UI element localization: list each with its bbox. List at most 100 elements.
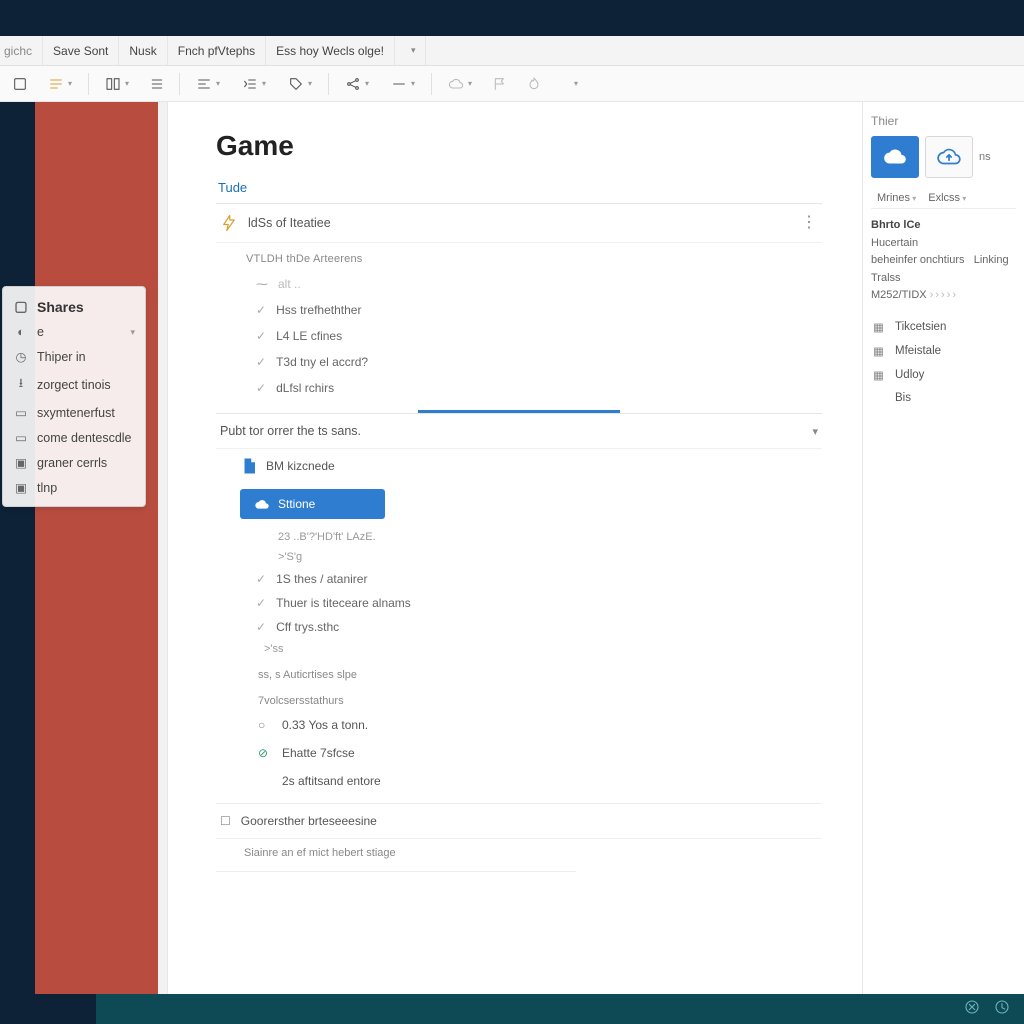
more-icon[interactable]: ⋮ bbox=[801, 218, 818, 228]
check-icon: ✓ bbox=[256, 303, 266, 317]
menu-item-2[interactable]: Nusk bbox=[119, 36, 167, 65]
check-item[interactable]: ✓1S thes / atanirer bbox=[256, 567, 822, 591]
tab-strip bbox=[216, 407, 822, 414]
option-item[interactable]: ⊘Ehatte 7sfcse bbox=[216, 739, 822, 767]
primary-button-label: Sttione bbox=[278, 497, 315, 511]
toolbar-btn-cloud[interactable] bbox=[438, 70, 482, 98]
card-cloud-selected[interactable] bbox=[871, 136, 919, 178]
radio-icon: ○ bbox=[258, 718, 274, 732]
muted-text: >'ss bbox=[216, 639, 822, 659]
toolbar-separator bbox=[328, 73, 329, 95]
toolbar-btn-1[interactable] bbox=[4, 70, 36, 98]
popup-item[interactable]: ▣tlnp bbox=[3, 475, 145, 500]
toolbar-btn-flag[interactable] bbox=[484, 70, 516, 98]
page-title: Game bbox=[216, 130, 822, 162]
muted-text: >'S'g bbox=[216, 547, 822, 567]
toolbar-separator bbox=[179, 73, 180, 95]
option-item[interactable]: ○0.33 Yos a tonn. bbox=[216, 711, 822, 739]
check-item[interactable]: ✓T3d tny el accrd? bbox=[256, 349, 822, 375]
panel-list-item[interactable]: Bis bbox=[871, 387, 1016, 409]
menu-item-more[interactable] bbox=[395, 36, 427, 65]
toolbar-btn-list[interactable] bbox=[141, 70, 173, 98]
option-item[interactable]: 2s aftitsand entore bbox=[216, 767, 822, 795]
chevron-down-icon: ▾ bbox=[812, 425, 818, 438]
check-item[interactable]: ✓Thuer is titeceare alnams bbox=[256, 591, 822, 615]
panel-tab-2[interactable]: Exlcss bbox=[922, 188, 972, 208]
menu-item-save[interactable]: Save Sont bbox=[43, 36, 119, 65]
toolbar-btn-2[interactable] bbox=[38, 70, 82, 98]
panel-list-item[interactable]: ▦Mfeistale bbox=[871, 339, 1016, 363]
checkbox-icon: ☐ bbox=[220, 814, 231, 828]
folder-icon: ▣ bbox=[13, 455, 29, 470]
taskbar-icon-1[interactable] bbox=[964, 999, 980, 1020]
hint-text: Siainre an ef mict hebert stiage bbox=[216, 839, 576, 872]
tab-3[interactable] bbox=[620, 407, 822, 413]
primary-button[interactable]: Sttione bbox=[240, 489, 385, 519]
panel-list-item[interactable]: ▦Udloy bbox=[871, 363, 1016, 387]
menu-bar: gichc Save Sont Nusk Fnch pfVtephs Ess h… bbox=[0, 36, 1024, 66]
footer-option[interactable]: ☐ Goorersther brteseeesine bbox=[216, 804, 822, 839]
check-icon: ✓ bbox=[256, 572, 266, 586]
check-icon: ✓ bbox=[256, 596, 266, 610]
toolbar-btn-more1[interactable] bbox=[381, 70, 425, 98]
toolbar-btn-tag[interactable] bbox=[278, 70, 322, 98]
file-label: BM kizcnede bbox=[266, 459, 335, 473]
check-item[interactable]: ✓Hss trefhethther bbox=[256, 297, 822, 323]
panel-title: Thier bbox=[871, 114, 1016, 128]
meta-line: Hucertain bbox=[871, 235, 1016, 253]
grid-icon: ▦ bbox=[873, 320, 889, 334]
row-item-1[interactable]: ldSs of Iteatiee ⋮ bbox=[216, 204, 822, 243]
popup-item[interactable]: ▭come dentescdle bbox=[3, 425, 145, 450]
menu-item-4[interactable]: Ess hoy Wecls olge! bbox=[266, 36, 395, 65]
toolbar-btn-align[interactable] bbox=[186, 70, 230, 98]
popup-item[interactable]: ▭sxymtenerfust bbox=[3, 400, 145, 425]
card-upload[interactable] bbox=[925, 136, 973, 178]
grid-icon: ▦ bbox=[873, 344, 889, 358]
menu-item-3[interactable]: Fnch pfVtephs bbox=[168, 36, 266, 65]
popup-item[interactable]: ◐e▾ bbox=[3, 320, 145, 344]
section-header-1[interactable]: Tude bbox=[216, 172, 822, 204]
check-item[interactable]: ✓dLfsl rchirs bbox=[256, 375, 822, 401]
check-icon: ✓ bbox=[256, 620, 266, 634]
rail-dark bbox=[0, 102, 35, 994]
tab-2-active[interactable] bbox=[418, 407, 620, 413]
card-label: ns bbox=[979, 151, 991, 163]
taskbar-icon-2[interactable] bbox=[994, 999, 1010, 1020]
popup-header: ▢ Shares bbox=[3, 293, 145, 320]
check-icon: ✓ bbox=[256, 381, 266, 395]
row-expand[interactable]: Pubt tor orrer the ts sans. ▾ bbox=[216, 414, 822, 449]
popup-item[interactable]: ◷Thiper in bbox=[3, 344, 145, 369]
muted-text: 23 ..B'?'HD'ft' LAzE. bbox=[216, 527, 822, 547]
popup-item[interactable]: ▣graner cerrls bbox=[3, 450, 145, 475]
chevron-down-icon: ▾ bbox=[130, 327, 135, 338]
toolbar-btn-share[interactable] bbox=[335, 70, 379, 98]
toolbar-btn-layout[interactable] bbox=[95, 70, 139, 98]
popup-item[interactable]: ⭳zorgect tinois bbox=[3, 369, 145, 400]
panel-tab-1[interactable]: Mrines bbox=[871, 188, 922, 208]
toolbar-btn-fire[interactable] bbox=[518, 70, 550, 98]
toolbar bbox=[0, 66, 1024, 102]
muted-line: ⁓alt .. bbox=[256, 271, 822, 297]
toolbar-btn-last[interactable] bbox=[552, 70, 596, 98]
page-icon: ▭ bbox=[13, 405, 29, 420]
group-header: ss, s Auticrtises slpe bbox=[216, 659, 822, 685]
panel-meta: Bhrto lCe Hucertain beheinfer onchtiurs … bbox=[871, 217, 1016, 305]
sub-header-1: VTLDH thDe Arteerens bbox=[216, 243, 822, 271]
dash-icon: ⁓ bbox=[256, 277, 268, 291]
toolbar-separator bbox=[431, 73, 432, 95]
group-header: 7volcsersstathurs bbox=[216, 685, 822, 711]
file-row[interactable]: BM kizcnede bbox=[216, 449, 822, 483]
folder-icon: ▣ bbox=[13, 480, 29, 495]
menu-item-app[interactable]: gichc bbox=[0, 36, 43, 65]
rail-accent bbox=[35, 102, 158, 994]
tab-1[interactable] bbox=[216, 407, 418, 413]
toolbar-btn-indent[interactable] bbox=[232, 70, 276, 98]
check-item[interactable]: ✓L4 LE cfines bbox=[256, 323, 822, 349]
app-window: gichc Save Sont Nusk Fnch pfVtephs Ess h… bbox=[0, 36, 1024, 994]
taskbar bbox=[96, 994, 1024, 1024]
check-item[interactable]: ✓Cff trys.sthc bbox=[256, 615, 822, 639]
download-icon: ⭳ bbox=[13, 374, 29, 395]
bolt-icon bbox=[220, 214, 238, 232]
clock-icon: ◷ bbox=[13, 349, 29, 364]
panel-list-item[interactable]: ▦Tikcetsien bbox=[871, 315, 1016, 339]
